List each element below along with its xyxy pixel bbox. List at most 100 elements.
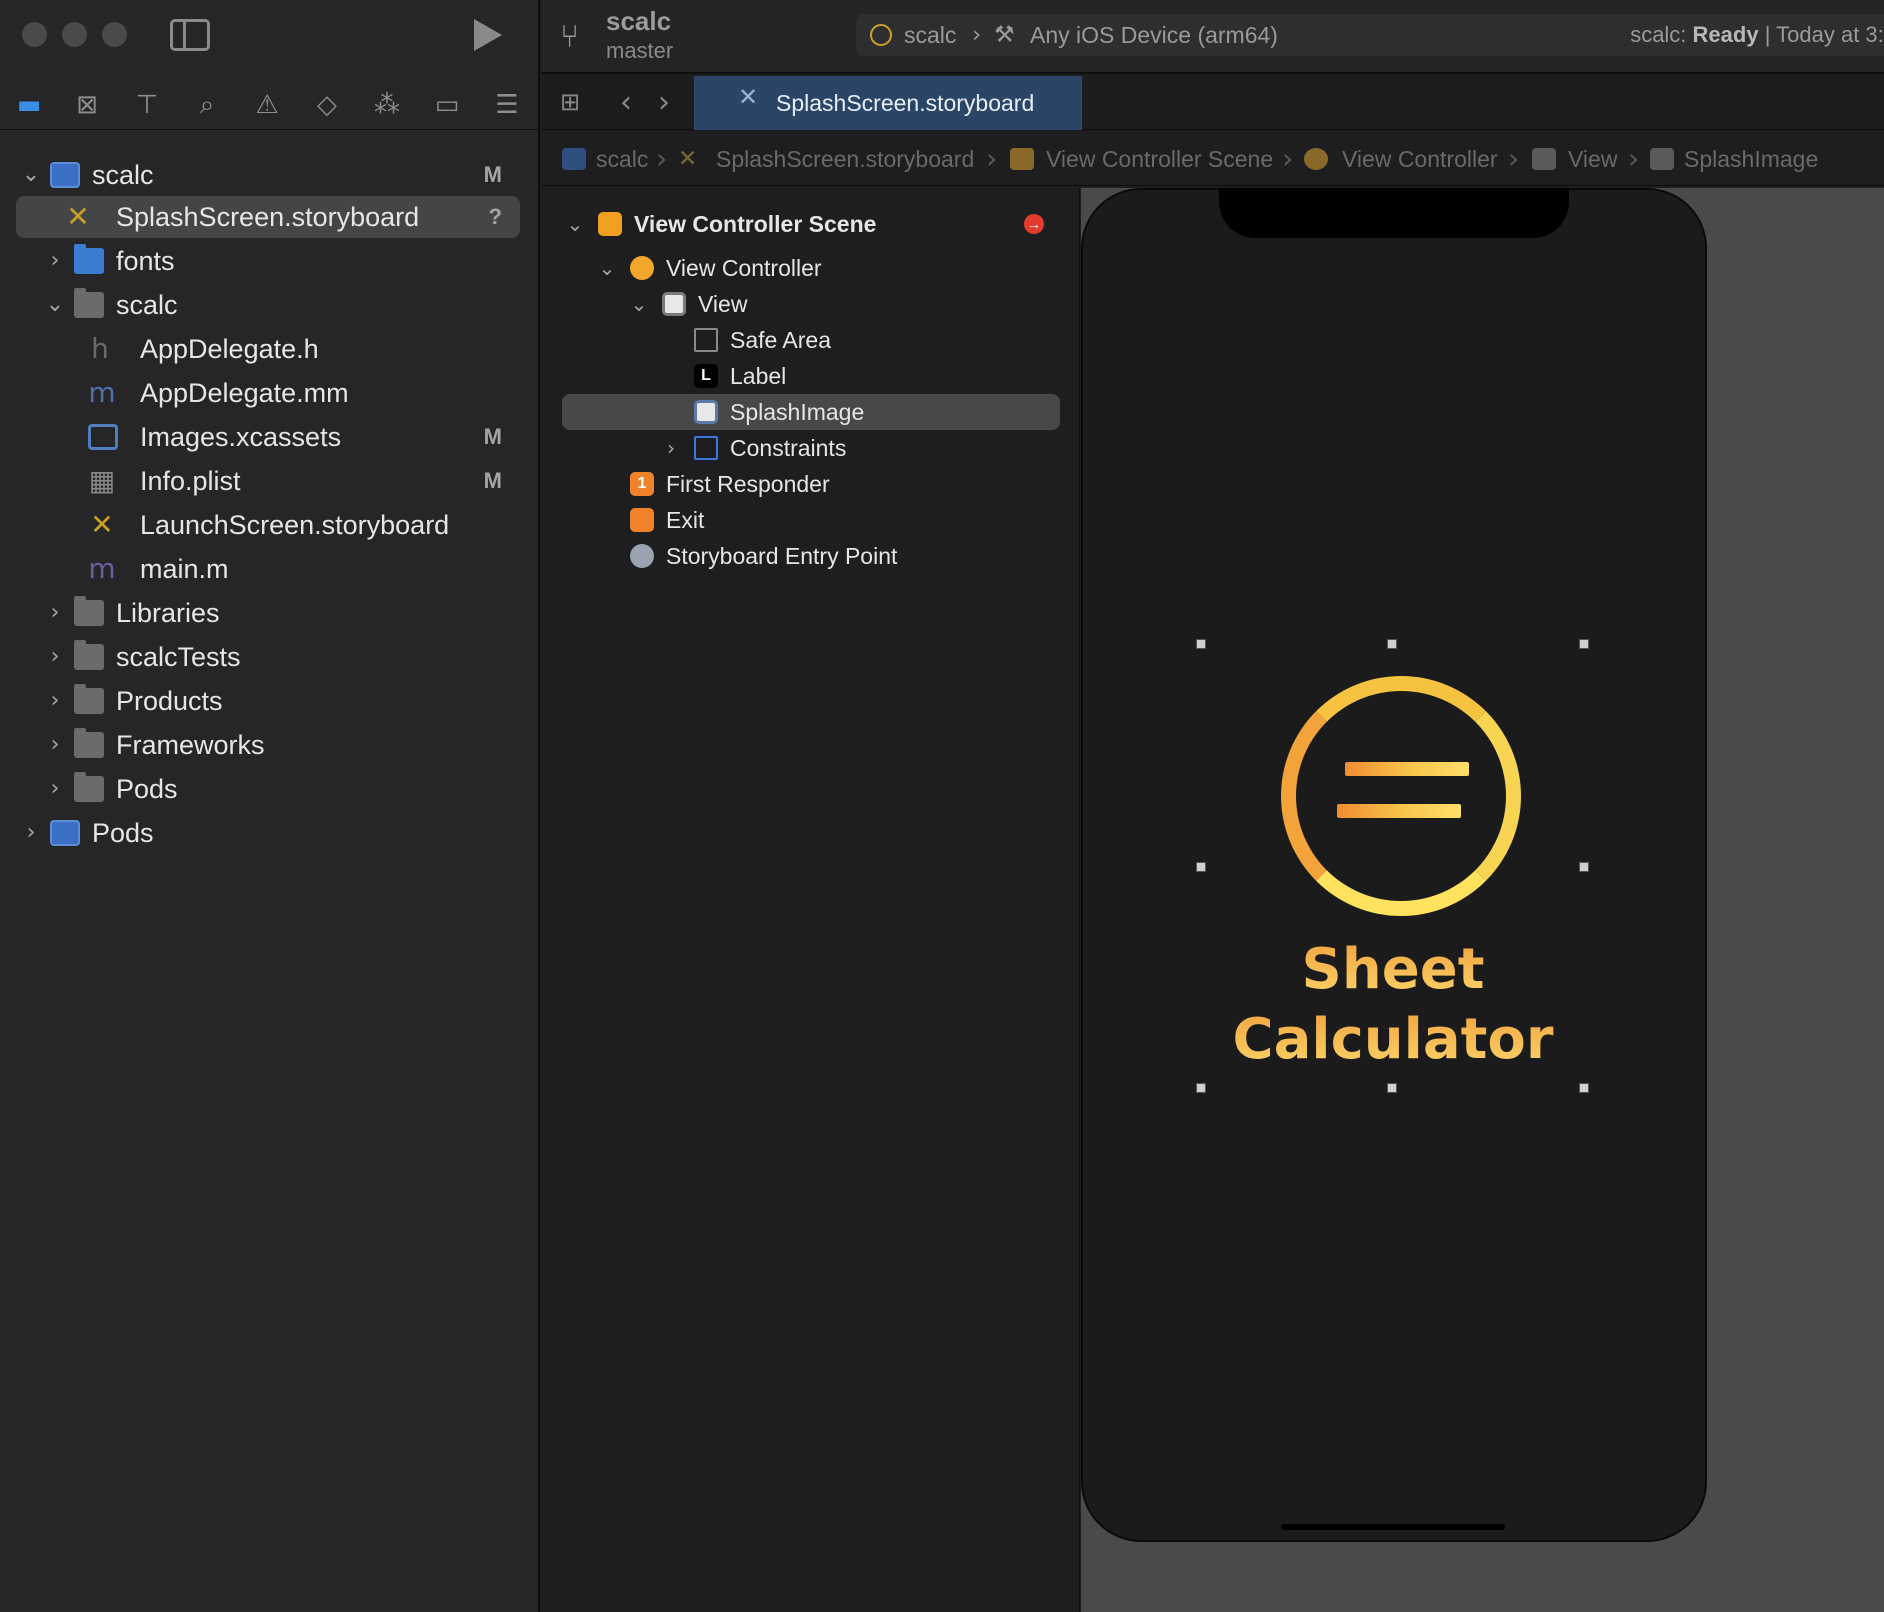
breadcrumb-scene[interactable]: View Controller Scene [1046, 132, 1273, 186]
zoom-window-button[interactable] [102, 22, 127, 47]
outline-row-entry-point[interactable]: Storyboard Entry Point [564, 538, 1064, 574]
tree-row-frameworks[interactable]: › Frameworks [16, 724, 520, 766]
safe-area-icon [694, 328, 718, 352]
related-items-grid-icon[interactable]: ⊞ [560, 88, 588, 116]
header-file-icon: h [91, 332, 109, 365]
xcode-project-icon [562, 148, 586, 170]
branch-name[interactable]: master [606, 38, 673, 64]
storyboard-icon: ✕ [737, 83, 759, 111]
breadcrumb-storyboard[interactable]: SplashScreen.storyboard [716, 132, 974, 186]
logo-bar-top [1345, 762, 1469, 776]
tree-row-scalctests[interactable]: › scalcTests [16, 636, 520, 678]
chevron-down-icon[interactable]: ⌄ [628, 286, 650, 322]
destination-selector[interactable]: Any iOS Device (arm64) [1030, 14, 1278, 56]
outline-row-label[interactable]: L Label [564, 358, 1064, 394]
tree-row-info-plist[interactable]: ▦ Info.plist M [16, 460, 520, 502]
project-title: scalc [606, 6, 672, 36]
outline-row-splash-image[interactable]: SplashImage [562, 394, 1060, 430]
chevron-down-icon[interactable]: ⌄ [596, 250, 618, 286]
sidebar-toggle-icon[interactable] [170, 19, 210, 51]
chevron-right-icon: › [656, 142, 668, 175]
outline-label: View [698, 291, 748, 317]
view-controller-icon [1304, 148, 1328, 170]
chevron-down-icon[interactable]: ⌄ [44, 284, 66, 326]
folder-icon [74, 244, 104, 274]
first-responder-icon: 1 [630, 472, 654, 496]
breadcrumb-view[interactable]: View [1568, 132, 1617, 186]
chevron-right-icon[interactable]: › [44, 592, 66, 634]
chevron-right-icon[interactable]: › [20, 812, 42, 854]
close-window-button[interactable] [22, 22, 47, 47]
tree-row-label: scalc [116, 290, 178, 320]
report-icon[interactable]: ☰ [490, 88, 524, 122]
tree-row-label: AppDelegate.h [140, 334, 319, 364]
forward-arrow-icon[interactable]: › [658, 86, 670, 120]
debug-spray-icon[interactable]: ⁂ [370, 88, 404, 122]
window-toolbar: ⑂ scalc master scalc › ⚒ Any iOS Device … [542, 0, 1884, 74]
interface-builder-canvas[interactable]: Sheet Calculator [1081, 188, 1884, 1612]
chevron-right-icon[interactable]: › [44, 724, 66, 766]
outline-row-view-controller[interactable]: ⌄ View Controller [564, 250, 1064, 286]
search-icon[interactable]: ⌕ [190, 88, 224, 122]
tree-row-appdelegate-h[interactable]: h AppDelegate.h [16, 328, 520, 370]
outline-row-first-responder[interactable]: 1 First Responder [564, 466, 1064, 502]
breakpoint-icon[interactable]: ▭ [430, 88, 464, 122]
iphone-device-frame: Sheet Calculator [1081, 188, 1707, 1542]
asset-catalog-icon [88, 424, 118, 450]
breadcrumb-splash-image[interactable]: SplashImage [1684, 132, 1818, 186]
tree-row-project-scalc[interactable]: ⌄ scalc M [16, 154, 520, 196]
outline-row-view[interactable]: ⌄ View [564, 286, 1064, 322]
minimize-window-button[interactable] [62, 22, 87, 47]
tree-row-pods-group[interactable]: › Pods [16, 768, 520, 810]
tree-row-label: Pods [116, 774, 178, 804]
test-diamond-icon[interactable]: ◇ [310, 88, 344, 122]
activity-bar: scalc › ⚒ Any iOS Device (arm64) scalc: … [856, 14, 1884, 56]
tree-row-images-xcassets[interactable]: Images.xcassets M [16, 416, 520, 458]
chevron-right-icon[interactable]: › [660, 430, 682, 466]
tree-row-splashscreen[interactable]: ✕ SplashScreen.storyboard ? [16, 196, 520, 238]
warning-icon[interactable]: ⚠ [250, 88, 284, 122]
outline-row-exit[interactable]: Exit [564, 502, 1064, 538]
tree-row-appdelegate-mm[interactable]: m AppDelegate.mm [16, 372, 520, 414]
symbol-navigator-icon[interactable]: ⊤ [130, 88, 164, 122]
tree-row-products[interactable]: › Products [16, 680, 520, 722]
scene-icon [1010, 148, 1034, 170]
scheme-selector[interactable]: scalc [904, 14, 956, 56]
tab-splashscreen-storyboard[interactable]: ✕ SplashScreen.storyboard [694, 76, 1082, 130]
run-icon[interactable] [474, 19, 502, 51]
tree-row-fonts[interactable]: › fonts [16, 240, 520, 282]
chevron-right-icon[interactable]: › [44, 768, 66, 810]
tree-row-project-pods[interactable]: › Pods [16, 812, 520, 854]
outline-label: Safe Area [730, 327, 832, 353]
outline-row-safe-area[interactable]: Safe Area [564, 322, 1064, 358]
folder-icon [74, 684, 104, 714]
chevron-down-icon[interactable]: ⌄ [564, 206, 586, 242]
outline-row-scene[interactable]: ⌄ View Controller Scene → [564, 206, 1064, 242]
tree-row-label: AppDelegate.mm [140, 378, 349, 408]
tree-row-label: Libraries [116, 598, 220, 628]
splash-image-view[interactable]: Sheet Calculator [1201, 644, 1585, 1088]
project-navigator-panel: ▬ ⊠ ⊤ ⌕ ⚠ ◇ ⁂ ▭ ☰ ⌄ scalc M ✕ SplashScre… [0, 0, 540, 1612]
breadcrumb-view-controller[interactable]: View Controller [1342, 132, 1498, 186]
chevron-right-icon: › [1508, 142, 1520, 175]
tree-row-label: Info.plist [140, 466, 241, 496]
back-arrow-icon[interactable]: ‹ [620, 86, 632, 120]
tree-row-launchscreen[interactable]: ✕ LaunchScreen.storyboard [16, 504, 520, 546]
plist-table-icon: ▦ [88, 464, 116, 497]
folder-icon [74, 596, 104, 626]
chevron-right-icon[interactable]: › [44, 636, 66, 678]
source-control-icon[interactable]: ⊠ [70, 88, 104, 122]
tree-row-main-m[interactable]: m main.m [16, 548, 520, 590]
error-indicator-icon[interactable]: → [1024, 214, 1044, 234]
tree-row-scalc-group[interactable]: ⌄ scalc [16, 284, 520, 326]
breadcrumb-project[interactable]: scalc [596, 132, 648, 186]
tree-row-libraries[interactable]: › Libraries [16, 592, 520, 634]
outline-row-constraints[interactable]: › Constraints [564, 430, 1064, 466]
document-outline: ⌄ View Controller Scene → ⌄ View Control… [542, 188, 1080, 1612]
chevron-right-icon: › [1628, 142, 1640, 175]
tree-row-label: Images.xcassets [140, 422, 342, 452]
folder-icon[interactable]: ▬ [12, 88, 46, 122]
chevron-right-icon[interactable]: › [44, 680, 66, 722]
chevron-right-icon[interactable]: › [44, 240, 66, 282]
chevron-down-icon[interactable]: ⌄ [20, 154, 42, 196]
